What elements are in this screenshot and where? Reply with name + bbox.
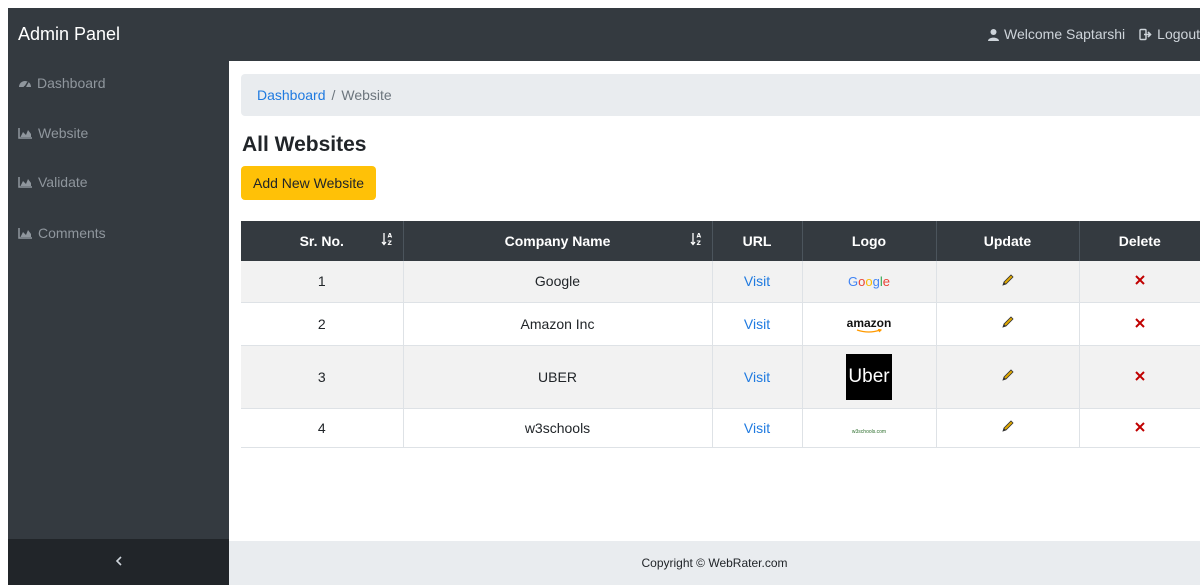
sidebar-item-label: Comments xyxy=(38,225,106,241)
user-icon xyxy=(987,28,1000,41)
column-header-delete: Delete xyxy=(1079,221,1200,261)
sidebar-item-website[interactable]: Website xyxy=(18,123,88,143)
breadcrumb-current: Website xyxy=(341,87,392,103)
breadcrumb: Dashboard / Website xyxy=(241,74,1200,116)
cell-sr-no: 4 xyxy=(241,408,404,448)
table-row: 4 w3schools Visit w3schools.com xyxy=(241,408,1200,448)
user-menu: Welcome Saptarshi Logout xyxy=(987,26,1200,42)
websites-table: Sr. No. AZ Company Name AZ URL Logo Upda… xyxy=(241,221,1200,448)
sidebar: Dashboard Website Validate Comments xyxy=(8,61,229,539)
cell-sr-no: 3 xyxy=(241,345,404,409)
svg-text:A: A xyxy=(696,233,701,240)
table-row: 1 Google Visit Google xyxy=(241,261,1200,303)
admin-page: Admin Panel Welcome Saptarshi Logout Das… xyxy=(0,0,1200,585)
add-new-website-button[interactable]: Add New Website xyxy=(241,166,376,200)
logout-link[interactable]: Logout xyxy=(1139,26,1200,42)
pencil-icon[interactable] xyxy=(1001,315,1015,329)
column-header-logo: Logo xyxy=(802,221,937,261)
cell-sr-no: 1 xyxy=(241,261,404,303)
sort-alpha-icon[interactable]: AZ xyxy=(689,231,702,247)
column-header-company-name[interactable]: Company Name AZ xyxy=(403,221,713,261)
cell-company-name: UBER xyxy=(403,345,713,409)
pencil-icon[interactable] xyxy=(1001,368,1015,382)
footer: Copyright © WebRater.com xyxy=(229,541,1200,585)
delete-x-icon[interactable] xyxy=(1134,370,1146,382)
area-chart-icon xyxy=(18,127,33,139)
amazon-logo: amazon xyxy=(846,316,892,333)
svg-text:Z: Z xyxy=(387,240,392,247)
welcome-user[interactable]: Welcome Saptarshi xyxy=(987,26,1125,42)
cell-company-name: Amazon Inc xyxy=(403,302,713,346)
breadcrumb-separator: / xyxy=(331,87,336,103)
chevron-left-icon xyxy=(115,553,123,571)
dashboard-icon xyxy=(18,77,32,89)
sign-out-icon xyxy=(1139,28,1153,41)
column-header-update: Update xyxy=(936,221,1080,261)
area-chart-icon xyxy=(18,176,33,188)
sidebar-item-label: Website xyxy=(38,125,89,141)
column-header-url: URL xyxy=(712,221,803,261)
pencil-icon[interactable] xyxy=(1001,419,1015,433)
top-navbar: Admin Panel Welcome Saptarshi Logout xyxy=(8,8,1200,61)
delete-x-icon[interactable] xyxy=(1134,317,1146,329)
column-header-sr-no[interactable]: Sr. No. AZ xyxy=(241,221,404,261)
sidebar-item-validate[interactable]: Validate xyxy=(18,172,88,192)
copyright-text: Copyright © WebRater.com xyxy=(641,556,788,570)
cell-company-name: w3schools xyxy=(403,408,713,448)
sidebar-item-comments[interactable]: Comments xyxy=(18,223,106,243)
cell-company-name: Google xyxy=(403,261,713,303)
w3schools-logo: w3schools.com xyxy=(851,428,887,435)
page-title: All Websites xyxy=(242,133,367,156)
svg-text:A: A xyxy=(387,233,392,240)
sidebar-item-dashboard[interactable]: Dashboard xyxy=(18,73,106,93)
area-chart-icon xyxy=(18,227,33,239)
visit-link[interactable]: Visit xyxy=(744,420,770,436)
cell-sr-no: 2 xyxy=(241,302,404,346)
sidebar-toggle-button[interactable] xyxy=(8,539,229,585)
svg-text:Z: Z xyxy=(696,240,701,247)
sort-alpha-icon[interactable]: AZ xyxy=(380,231,393,247)
welcome-text: Welcome Saptarshi xyxy=(1004,26,1126,42)
pencil-icon[interactable] xyxy=(1001,273,1015,287)
delete-x-icon[interactable] xyxy=(1134,274,1146,286)
logout-label: Logout xyxy=(1157,26,1200,42)
delete-x-icon[interactable] xyxy=(1134,421,1146,433)
breadcrumb-link-dashboard[interactable]: Dashboard xyxy=(257,87,326,103)
sidebar-item-label: Validate xyxy=(38,174,88,190)
brand-title[interactable]: Admin Panel xyxy=(18,24,120,45)
visit-link[interactable]: Visit xyxy=(744,316,770,332)
visit-link[interactable]: Visit xyxy=(744,369,770,385)
table-row: 2 Amazon Inc Visit amazon xyxy=(241,302,1200,346)
table-row: 3 UBER Visit Uber xyxy=(241,345,1200,409)
uber-logo: Uber xyxy=(846,353,892,400)
table-header-row: Sr. No. AZ Company Name AZ URL Logo Upda… xyxy=(241,221,1200,261)
visit-link[interactable]: Visit xyxy=(744,273,770,289)
sidebar-item-label: Dashboard xyxy=(37,75,106,91)
google-logo: Google xyxy=(848,274,890,290)
